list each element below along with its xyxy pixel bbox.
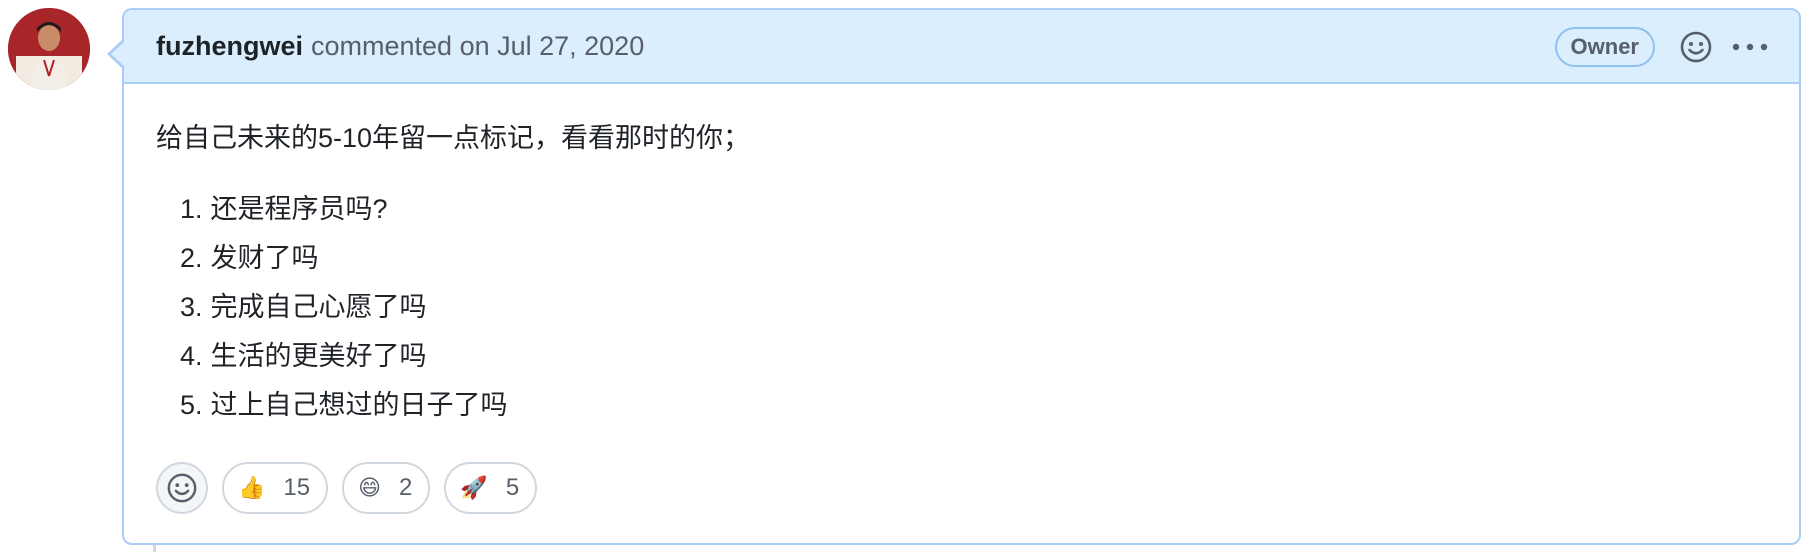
reaction-rocket-button[interactable]: 🚀 5 bbox=[444, 462, 538, 514]
rocket-icon: 🚀 bbox=[460, 475, 488, 501]
thumbs-up-icon: 👍 bbox=[238, 475, 266, 501]
list-item: 3. 完成自己心愿了吗 bbox=[180, 282, 1767, 331]
reaction-laugh-button[interactable]: 😄 2 bbox=[342, 462, 431, 514]
list-item-text: 过上自己想过的日子了吗 bbox=[210, 389, 508, 420]
owner-badge: Owner bbox=[1554, 27, 1655, 67]
smiley-icon[interactable] bbox=[1679, 30, 1713, 64]
comment-timestamp[interactable]: commented on Jul 27, 2020 bbox=[311, 31, 644, 62]
grinning-face-icon: 😄 bbox=[358, 475, 382, 501]
reaction-count: 5 bbox=[505, 474, 520, 501]
reaction-count: 2 bbox=[399, 474, 413, 501]
list-item-number: 5. bbox=[180, 389, 203, 420]
add-reaction-button[interactable] bbox=[156, 462, 208, 514]
list-item-number: 1. bbox=[180, 193, 203, 224]
list-item-number: 4. bbox=[180, 340, 203, 371]
author-link[interactable]: fuzhengwei bbox=[156, 31, 303, 62]
reaction-count: 15 bbox=[283, 474, 311, 501]
list-item-text: 完成自己心愿了吗 bbox=[210, 291, 427, 322]
list-item: 5. 过上自己想过的日子了吗 bbox=[180, 380, 1767, 429]
comment-body: 给自己未来的5-10年留一点标记，看看那时的你； 1. 还是程序员吗? 2. 发财了… bbox=[124, 84, 1799, 429]
list-item-number: 3. bbox=[180, 291, 203, 322]
list-item-number: 2. bbox=[180, 242, 203, 273]
comment-caret-fill bbox=[111, 41, 125, 67]
list-item: 2. 发财了吗 bbox=[180, 233, 1767, 282]
avatar[interactable] bbox=[8, 8, 90, 90]
comment-header: fuzhengwei commented on Jul 27, 2020 Own… bbox=[124, 10, 1799, 84]
list-item-text: 还是程序员吗? bbox=[210, 193, 388, 224]
reaction-thumbs-up-button[interactable]: 👍 15 bbox=[222, 462, 329, 514]
timeline-line bbox=[153, 545, 156, 552]
list-item: 1. 还是程序员吗? bbox=[180, 184, 1767, 233]
list-item-text: 生活的更美好了吗 bbox=[210, 340, 427, 371]
question-list: 1. 还是程序员吗? 2. 发财了吗 3. 完成自己心愿了吗 4. 生活的更美好了吗 5… bbox=[156, 184, 1767, 429]
smiley-icon bbox=[167, 473, 197, 503]
list-item-text: 发财了吗 bbox=[210, 242, 319, 273]
header-actions: Owner bbox=[1554, 10, 1769, 84]
list-item: 4. 生活的更美好了吗 bbox=[180, 331, 1767, 380]
comment-intro: 给自己未来的5-10年留一点标记，看看那时的你； bbox=[156, 123, 751, 153]
avatar-image bbox=[8, 8, 90, 90]
comment-box: fuzhengwei commented on Jul 27, 2020 Own… bbox=[107, 8, 1801, 545]
reactions-bar: 👍 15 😄 2 🚀 5 bbox=[156, 462, 538, 514]
kebab-horizontal-icon[interactable] bbox=[1731, 30, 1769, 64]
